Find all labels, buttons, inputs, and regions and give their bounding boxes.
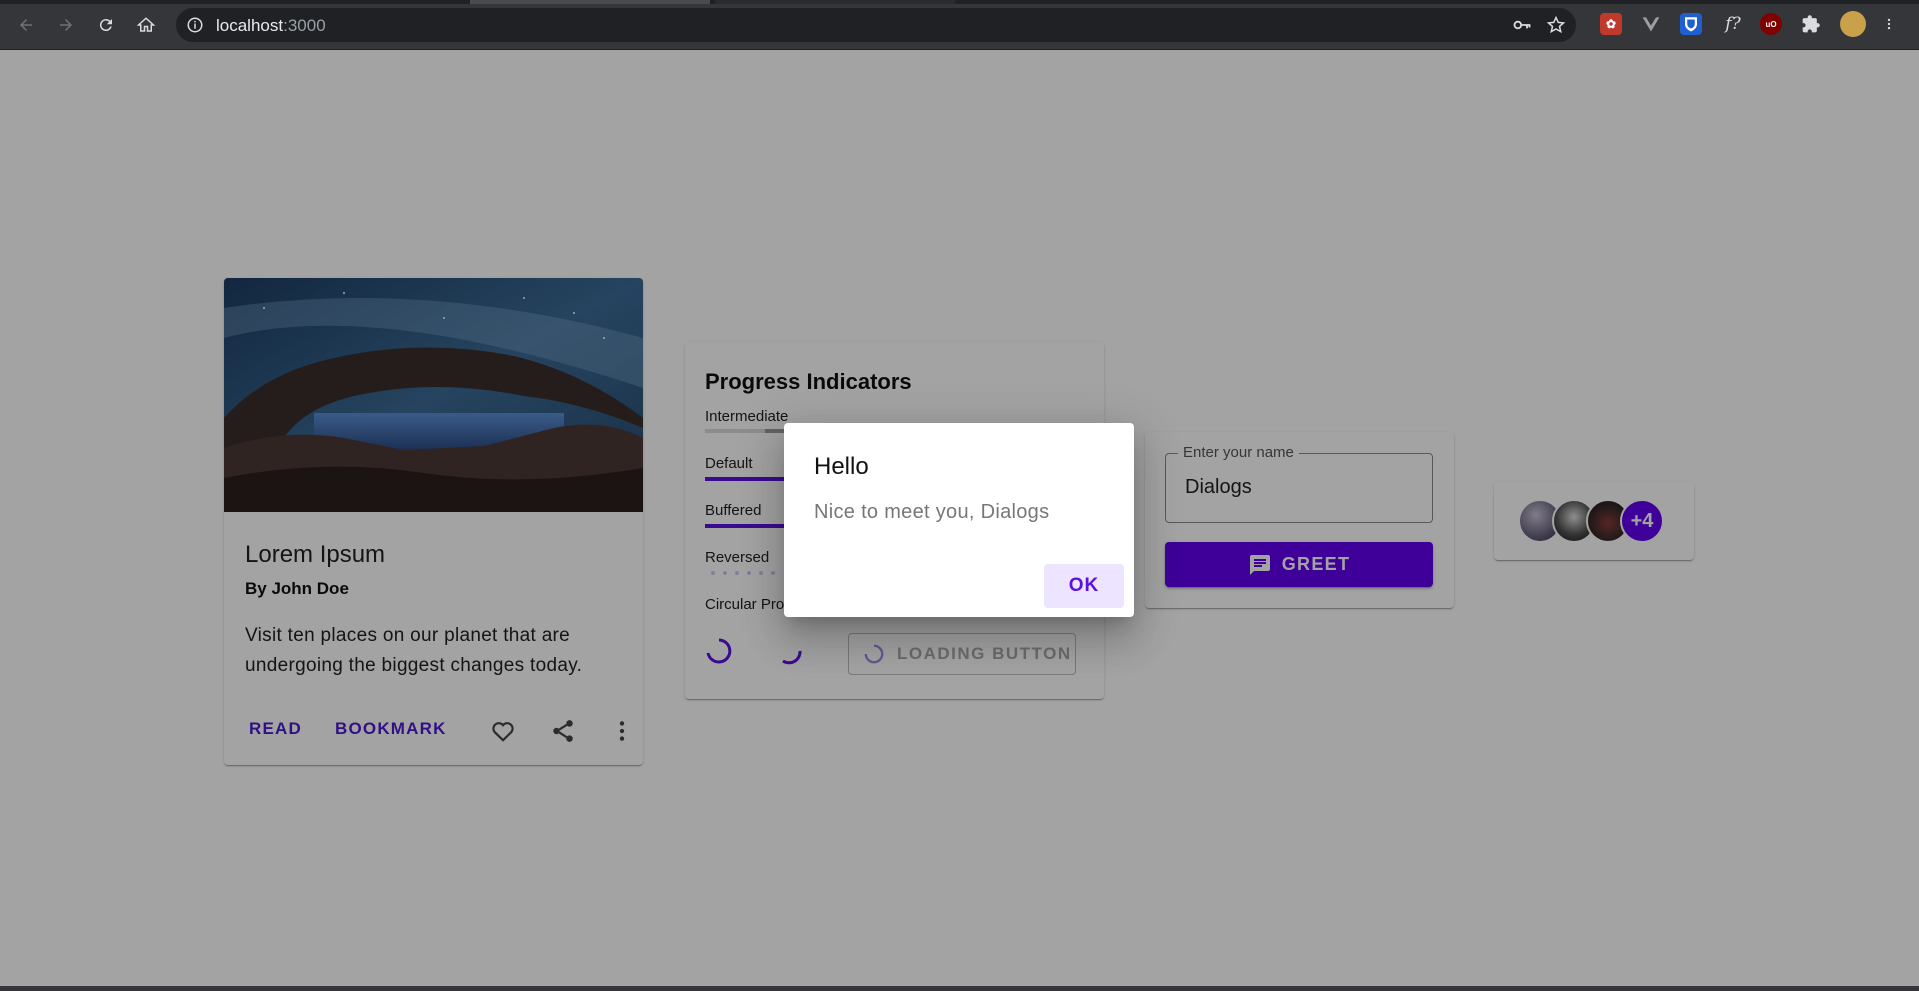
ublock-icon[interactable]: uO: [1760, 13, 1782, 35]
forward-button[interactable]: [52, 11, 80, 39]
home-button[interactable]: [132, 11, 160, 39]
kebab-menu-icon[interactable]: [1882, 13, 1896, 35]
profile-avatar-icon[interactable]: [1840, 11, 1866, 37]
dialog-title: Hello: [814, 453, 869, 480]
bottom-bar: [0, 986, 1919, 991]
tab[interactable]: [715, 0, 955, 4]
vuejs-icon[interactable]: [1640, 13, 1662, 35]
arrow-left-icon: [20, 19, 32, 31]
tab[interactable]: [470, 0, 710, 4]
puzzle-icon[interactable]: [1800, 13, 1822, 35]
tab-strip: [0, 0, 1919, 4]
address-bar[interactable]: localhost:3000: [176, 8, 1576, 42]
home-icon: [137, 17, 155, 32]
greeting-dialog: Hello Nice to meet you, Dialogs OK: [784, 423, 1134, 617]
ext-red-icon[interactable]: ✿: [1600, 13, 1622, 35]
function-ext-icon[interactable]: f?: [1720, 13, 1746, 35]
reload-icon: [99, 19, 112, 32]
reload-button[interactable]: [92, 11, 120, 39]
key-icon[interactable]: [1512, 15, 1532, 35]
back-button[interactable]: [12, 11, 40, 39]
ok-button[interactable]: OK: [1044, 564, 1124, 608]
info-icon[interactable]: [186, 16, 204, 34]
dialog-message: Nice to meet you, Dialogs: [814, 501, 1050, 523]
bookmark-star-icon[interactable]: [1546, 15, 1566, 35]
arrow-right-icon: [60, 19, 72, 31]
browser-toolbar: localhost:3000 ✿ f? uO: [0, 0, 1919, 50]
shield-ext-icon[interactable]: [1680, 13, 1702, 35]
url-text[interactable]: localhost:3000: [216, 16, 326, 36]
